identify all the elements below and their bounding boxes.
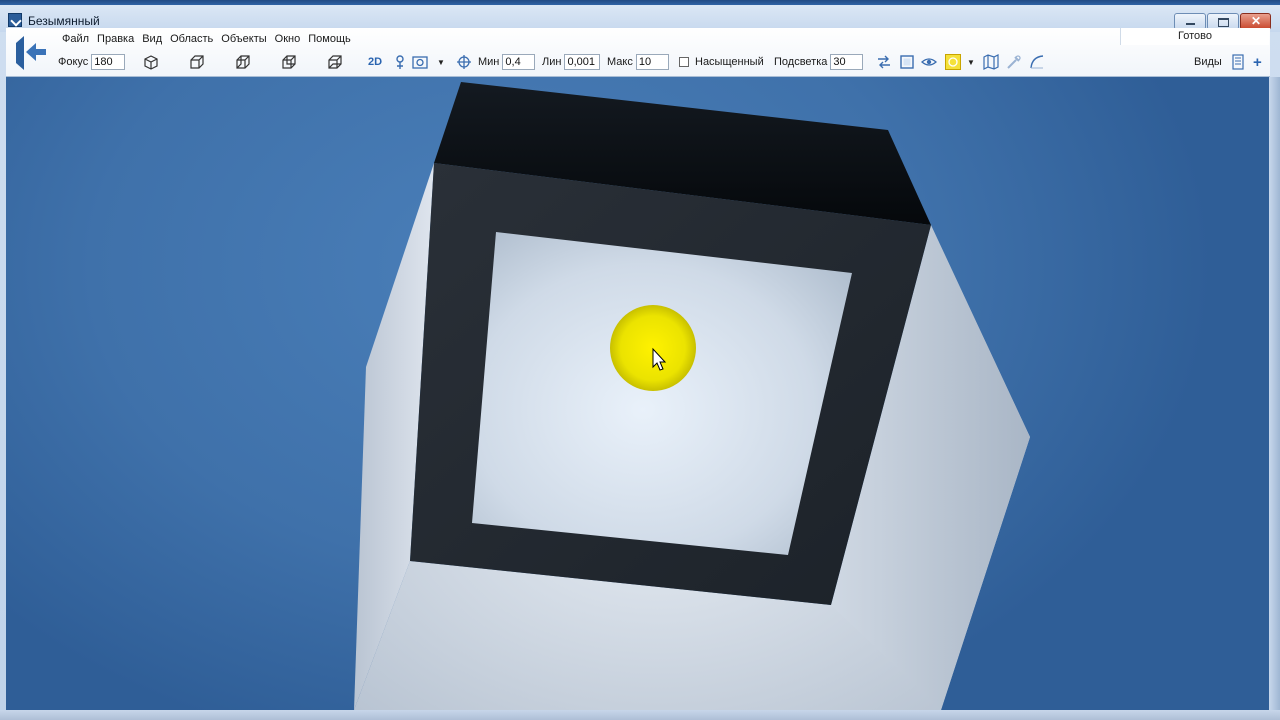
menu-bar: Файл Правка Вид Область Объекты Окно Пом… <box>58 33 355 45</box>
menu-view[interactable]: Вид <box>138 33 166 45</box>
camera-button[interactable] <box>412 52 428 72</box>
status-text: Готово <box>1120 28 1269 45</box>
crosshair-icon <box>457 55 471 69</box>
swap-arrows-icon <box>878 55 890 69</box>
backlight-input[interactable] <box>830 54 864 70</box>
cursor-highlight <box>610 305 696 391</box>
menu-window[interactable]: Окно <box>271 33 305 45</box>
back-button[interactable] <box>10 33 48 71</box>
cube-view-icon <box>236 55 250 69</box>
curve-button[interactable] <box>1029 52 1045 72</box>
crosshair-button[interactable] <box>456 52 472 72</box>
pin-icon <box>396 55 404 69</box>
focus-group: Фокус <box>58 52 126 72</box>
light-dropdown[interactable]: ▼ <box>967 52 975 72</box>
menu-objects[interactable]: Объекты <box>217 33 270 45</box>
saturated-checkbox[interactable] <box>679 57 689 67</box>
scene-render <box>354 82 1030 710</box>
max-group: Макс <box>607 52 669 72</box>
window-bottom-edge <box>0 710 1280 720</box>
max-input[interactable] <box>635 54 669 70</box>
curve-icon <box>1030 55 1044 69</box>
focus-input[interactable] <box>91 54 126 70</box>
toolbar-area: Файл Правка Вид Область Объекты Окно Пом… <box>6 28 1270 77</box>
menu-help[interactable]: Помощь <box>304 33 355 45</box>
back-arrow-icon <box>16 36 46 70</box>
min-input[interactable] <box>502 54 536 70</box>
backlight-label: Подсветка <box>774 56 828 68</box>
cube-view-icon <box>328 55 342 69</box>
plus-icon[interactable]: + <box>1253 52 1262 72</box>
frame-icon <box>900 55 914 69</box>
view-cube-1-button[interactable] <box>142 52 160 72</box>
opening-inner-panel <box>472 232 852 555</box>
view-cube-4-button[interactable] <box>280 52 298 72</box>
lin-label: Лин <box>542 56 562 68</box>
camera-dropdown[interactable]: ▼ <box>437 52 445 72</box>
window-title: Безымянный <box>28 14 100 28</box>
cube-view-icon <box>282 55 296 69</box>
max-label: Макс <box>607 56 633 68</box>
views-grid-icon <box>1232 54 1244 70</box>
tools-icon <box>1007 55 1021 69</box>
min-label: Мин <box>478 56 500 68</box>
min-group: Мин <box>478 52 536 72</box>
menu-edit[interactable]: Правка <box>93 33 138 45</box>
cube-view-icon <box>190 55 204 69</box>
cube-view-icon <box>144 55 158 70</box>
lin-input[interactable] <box>564 54 601 70</box>
view-cube-5-button[interactable] <box>326 52 344 72</box>
lin-group: Лин <box>542 52 601 72</box>
tools-button[interactable] <box>1006 52 1022 72</box>
saturated-group: Насыщенный <box>679 52 764 72</box>
menu-area[interactable]: Область <box>166 33 217 45</box>
frame-button[interactable] <box>899 52 915 72</box>
eye-button[interactable] <box>921 52 937 72</box>
view-cube-2-button[interactable] <box>188 52 206 72</box>
map-button[interactable] <box>983 52 999 72</box>
saturated-label: Насыщенный <box>695 56 764 68</box>
window-right-edge <box>1269 77 1280 710</box>
swap-button[interactable] <box>876 52 892 72</box>
eye-icon <box>921 58 937 66</box>
views-label: Виды <box>1194 56 1222 68</box>
focus-label: Фокус <box>58 56 89 68</box>
light-button[interactable] <box>945 52 961 72</box>
mode-2d-button[interactable]: 2D <box>368 52 382 72</box>
backlight-group: Подсветка <box>774 52 864 72</box>
toolbar-row: Фокус 2D <box>58 52 1268 72</box>
views-button[interactable] <box>1230 52 1246 72</box>
camera-icon <box>412 56 428 69</box>
pin-button[interactable] <box>392 52 408 72</box>
light-bulb-icon <box>945 54 961 70</box>
view-cube-3-button[interactable] <box>234 52 252 72</box>
app-icon[interactable] <box>8 13 22 27</box>
map-icon <box>983 54 999 70</box>
3d-viewport[interactable] <box>6 77 1269 710</box>
menu-file[interactable]: Файл <box>58 33 93 45</box>
